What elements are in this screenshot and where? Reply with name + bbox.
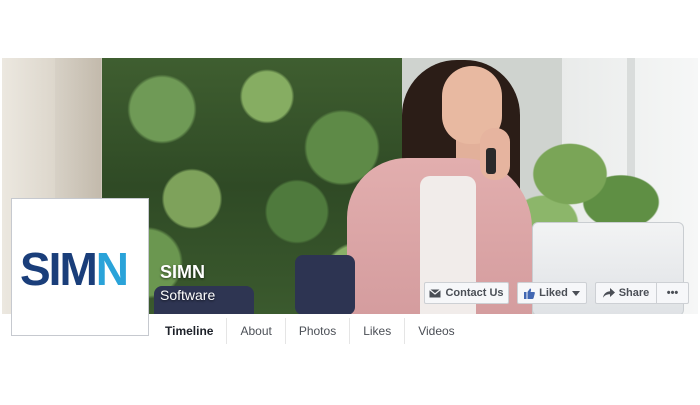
share-arrow-icon: [602, 288, 615, 298]
logo-text-accent: N: [95, 243, 129, 295]
simn-logo: SIMN: [20, 241, 129, 297]
thumbs-up-icon: [524, 288, 535, 299]
more-icon: •••: [666, 287, 679, 299]
page-title[interactable]: SIMN: [160, 262, 205, 283]
envelope-icon: [429, 288, 442, 298]
share-button[interactable]: Share: [595, 282, 657, 304]
page-category[interactable]: Software: [160, 287, 215, 303]
contact-us-button[interactable]: Contact Us: [424, 282, 509, 304]
tab-timeline[interactable]: Timeline: [152, 318, 228, 344]
tab-about[interactable]: About: [227, 318, 286, 344]
liked-label: Liked: [539, 287, 568, 299]
cover-chair: [295, 255, 355, 314]
cover-phone: [486, 148, 496, 174]
contact-us-label: Contact Us: [445, 287, 504, 299]
page-tabs: Timeline About Photos Likes Videos: [152, 318, 468, 344]
liked-button[interactable]: Liked: [517, 282, 587, 304]
more-options-button[interactable]: •••: [656, 282, 689, 304]
caret-down-icon: [571, 290, 580, 296]
tab-likes[interactable]: Likes: [350, 318, 406, 344]
profile-picture[interactable]: SIMN: [11, 198, 149, 336]
tab-videos[interactable]: Videos: [405, 318, 467, 344]
tab-photos[interactable]: Photos: [286, 318, 351, 344]
share-label: Share: [618, 287, 650, 299]
logo-text-main: SIM: [20, 243, 98, 295]
